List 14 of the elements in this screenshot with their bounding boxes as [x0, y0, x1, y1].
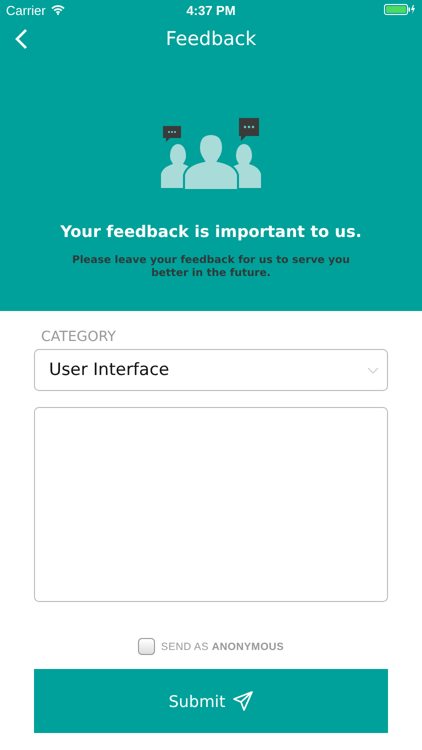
anonymous-label: SEND AS ANONYMOUS	[161, 640, 284, 652]
category-dropdown[interactable]: User Interface	[34, 349, 388, 391]
status-time: 4:37 PM	[186, 2, 236, 18]
category-label: CATEGORY	[41, 329, 117, 345]
anonymous-checkbox[interactable]	[138, 638, 156, 655]
battery-icon	[384, 4, 416, 14]
carrier-name: Carrier	[6, 2, 46, 18]
wifi-icon	[50, 5, 65, 15]
header-title: Your feedback is important to us.	[60, 222, 362, 241]
chevron-down-icon	[367, 366, 379, 374]
nav-title: Feedback	[166, 28, 256, 50]
header-subtitle: Please leave your feedback for us to serve you better in the future.	[71, 254, 351, 280]
send-icon	[233, 691, 254, 711]
back-icon[interactable]	[14, 28, 28, 50]
